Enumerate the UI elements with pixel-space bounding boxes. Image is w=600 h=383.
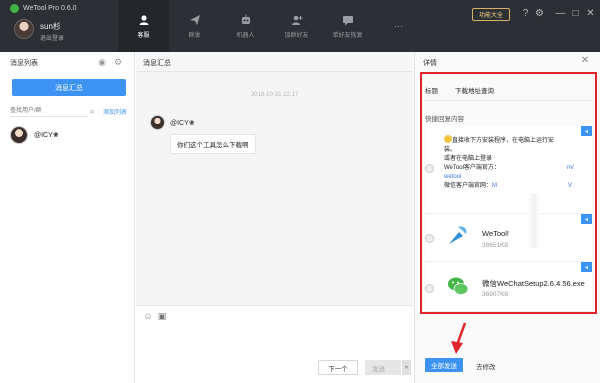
edit-link[interactable]: 去修改 bbox=[476, 361, 496, 371]
send-button[interactable]: 发送 bbox=[365, 360, 401, 375]
send-icon bbox=[189, 14, 200, 25]
nav-label: 客服 bbox=[137, 32, 150, 39]
message-bubble[interactable]: 你们这个工具怎么下载啊 bbox=[170, 134, 256, 154]
nav-label: 机器人 bbox=[236, 32, 255, 39]
message-composer[interactable]: ☺ ▣ 下一个 发送 ▾ bbox=[136, 305, 413, 383]
gear-icon[interactable]: ⚙ bbox=[113, 57, 123, 67]
send-all-button[interactable]: 全部发送 bbox=[425, 358, 463, 372]
send-icon[interactable]: ◂ bbox=[581, 262, 592, 272]
nav-item-more[interactable]: ··· bbox=[373, 0, 424, 52]
robot-icon bbox=[241, 14, 250, 24]
redacted-strip bbox=[528, 214, 540, 248]
contact-name: @ICY❀ bbox=[34, 132, 59, 139]
nav-label: 群发 bbox=[188, 32, 201, 39]
image-icon[interactable]: ▣ bbox=[157, 311, 167, 321]
user-name: sun杉 bbox=[40, 22, 61, 31]
nav-item-restore[interactable]: 单好友恢复 bbox=[322, 0, 373, 52]
message-timestamp: 2018-10-31 22:17 bbox=[250, 92, 299, 98]
file-size: 38651K8 bbox=[482, 242, 509, 249]
avatar[interactable] bbox=[150, 115, 165, 130]
card-link[interactable]: M bbox=[492, 183, 497, 189]
card-line: 装。 bbox=[444, 147, 457, 153]
nav-label: 单好友恢复 bbox=[332, 32, 363, 39]
search-input[interactable] bbox=[10, 105, 88, 117]
user-avatar[interactable] bbox=[14, 19, 34, 39]
emoji-icon[interactable]: ☺ bbox=[143, 311, 153, 321]
quick-reply-label: 快捷回复内容 bbox=[425, 116, 464, 123]
card-link[interactable]: V bbox=[568, 182, 572, 191]
help-icon[interactable]: ? bbox=[520, 8, 531, 19]
card-line: 或者在电脑上登录 bbox=[444, 156, 493, 162]
file-size: 36907K8 bbox=[482, 291, 509, 298]
title-field: 标题 下载地址查询 bbox=[425, 83, 590, 97]
chat-person-icon bbox=[139, 14, 148, 25]
divider bbox=[425, 100, 591, 101]
list-item[interactable]: @ICY❀ bbox=[10, 126, 59, 144]
nav-label: 加群好友 bbox=[284, 32, 309, 39]
reply-card-content: 直接收下方安装程序，在电脑上运行安 装。 或者在电脑上登录 WeTool客户端官… bbox=[444, 135, 574, 191]
file-name: 微信WeChatSetup2.6.4.56.exe bbox=[482, 279, 585, 288]
search-row: ⌕ 添加列表 bbox=[10, 105, 128, 117]
message-list-header: 消息列表 ◉ ⚙ bbox=[0, 52, 134, 72]
next-button[interactable]: 下一个 bbox=[318, 360, 358, 375]
select-checkbox[interactable] bbox=[425, 234, 434, 243]
settings-icon[interactable]: ⚙ bbox=[534, 8, 545, 19]
wechat-icon[interactable]: ◉ bbox=[97, 57, 107, 67]
chat-panel: 消息汇总 2018-10-31 22:17 @ICY❀ 你们这个工具怎么下载啊 … bbox=[136, 52, 413, 383]
add-list-link[interactable]: 添加列表 bbox=[103, 107, 127, 116]
reply-card-file[interactable]: ◂ 微信WeChatSetup2.6.4.56.exe 36907K8 bbox=[425, 262, 592, 312]
message-icon bbox=[342, 15, 353, 25]
nav-item-robot[interactable]: 机器人 bbox=[220, 0, 271, 52]
nav-item-customer-service[interactable]: 客服 bbox=[118, 0, 169, 52]
add-friend-icon bbox=[291, 15, 302, 25]
app-title: WeTool Pro 0.6.0 bbox=[10, 4, 77, 13]
feature-list-button[interactable]: 功能大全 bbox=[472, 8, 510, 21]
details-panel: 详情 ✕ 标题 下载地址查询 快捷回复内容 ◂ 直接收下方安装程序，在电脑上运行… bbox=[414, 52, 600, 383]
message-summary-button[interactable]: 消息汇总 bbox=[12, 79, 126, 96]
card-line: 微信客户端官网： bbox=[444, 183, 493, 189]
details-header: 详情 ✕ bbox=[415, 52, 600, 72]
redacted-strip bbox=[528, 194, 540, 214]
red-arrow-annotation bbox=[451, 322, 467, 354]
title-field-value: 下载地址查询 bbox=[455, 88, 494, 95]
reply-card-file[interactable]: ◂ WeTool! 38651K8 bbox=[425, 214, 592, 262]
card-link[interactable]: m/ bbox=[567, 164, 574, 173]
send-icon[interactable]: ◂ bbox=[581, 126, 592, 136]
smile-emoji-icon bbox=[444, 135, 452, 143]
app-title-text: WeTool Pro 0.6.0 bbox=[23, 5, 77, 12]
reply-card-text[interactable]: ◂ 直接收下方安装程序，在电脑上运行安 装。 或者在电脑上登录 WeTool客户… bbox=[425, 126, 592, 214]
search-icon[interactable]: ⌕ bbox=[90, 107, 99, 116]
file-name: WeTool! bbox=[482, 229, 509, 238]
avatar bbox=[10, 126, 28, 144]
title-field-label: 标题 bbox=[425, 88, 438, 95]
window-close-icon[interactable]: ✕ bbox=[585, 8, 596, 19]
minimize-icon[interactable]: — bbox=[555, 8, 566, 19]
card-line: WeTool客户端官方： bbox=[444, 165, 500, 171]
select-checkbox[interactable] bbox=[425, 164, 434, 173]
main-nav: 客服 群发 机器人 加群好友 单好友恢复 ··· bbox=[118, 0, 424, 52]
wechat-file-icon bbox=[448, 277, 469, 295]
wetool-logo-icon bbox=[10, 4, 19, 13]
message-list-title: 消息列表 bbox=[10, 60, 38, 67]
select-checkbox[interactable] bbox=[425, 284, 434, 293]
nav-item-broadcast[interactable]: 群发 bbox=[169, 0, 220, 52]
top-bar: WeTool Pro 0.6.0 sun杉 退出登录 客服 群发 机器人 加群好… bbox=[0, 0, 600, 52]
message-list-panel: 消息列表 ◉ ⚙ 消息汇总 ⌕ 添加列表 @ICY❀ bbox=[0, 52, 135, 383]
close-icon[interactable]: ✕ bbox=[580, 56, 590, 66]
card-link[interactable]: wetool bbox=[444, 173, 554, 182]
more-icon: ··· bbox=[394, 21, 403, 31]
maximize-icon[interactable]: □ bbox=[570, 8, 581, 19]
sender-name: @ICY❀ bbox=[170, 119, 195, 127]
nav-item-add-friend[interactable]: 加群好友 bbox=[271, 0, 322, 52]
message-sender: @ICY❀ bbox=[150, 115, 195, 130]
details-title: 详情 bbox=[423, 60, 437, 67]
chat-title: 消息汇总 bbox=[136, 52, 413, 72]
chevron-down-icon[interactable]: ▾ bbox=[401, 360, 411, 375]
send-icon[interactable]: ◂ bbox=[581, 214, 592, 224]
wetool-file-icon bbox=[449, 226, 467, 244]
logout-link[interactable]: 退出登录 bbox=[40, 33, 64, 42]
card-line: 直接收下方安装程序，在电脑上运行安 bbox=[452, 138, 555, 144]
